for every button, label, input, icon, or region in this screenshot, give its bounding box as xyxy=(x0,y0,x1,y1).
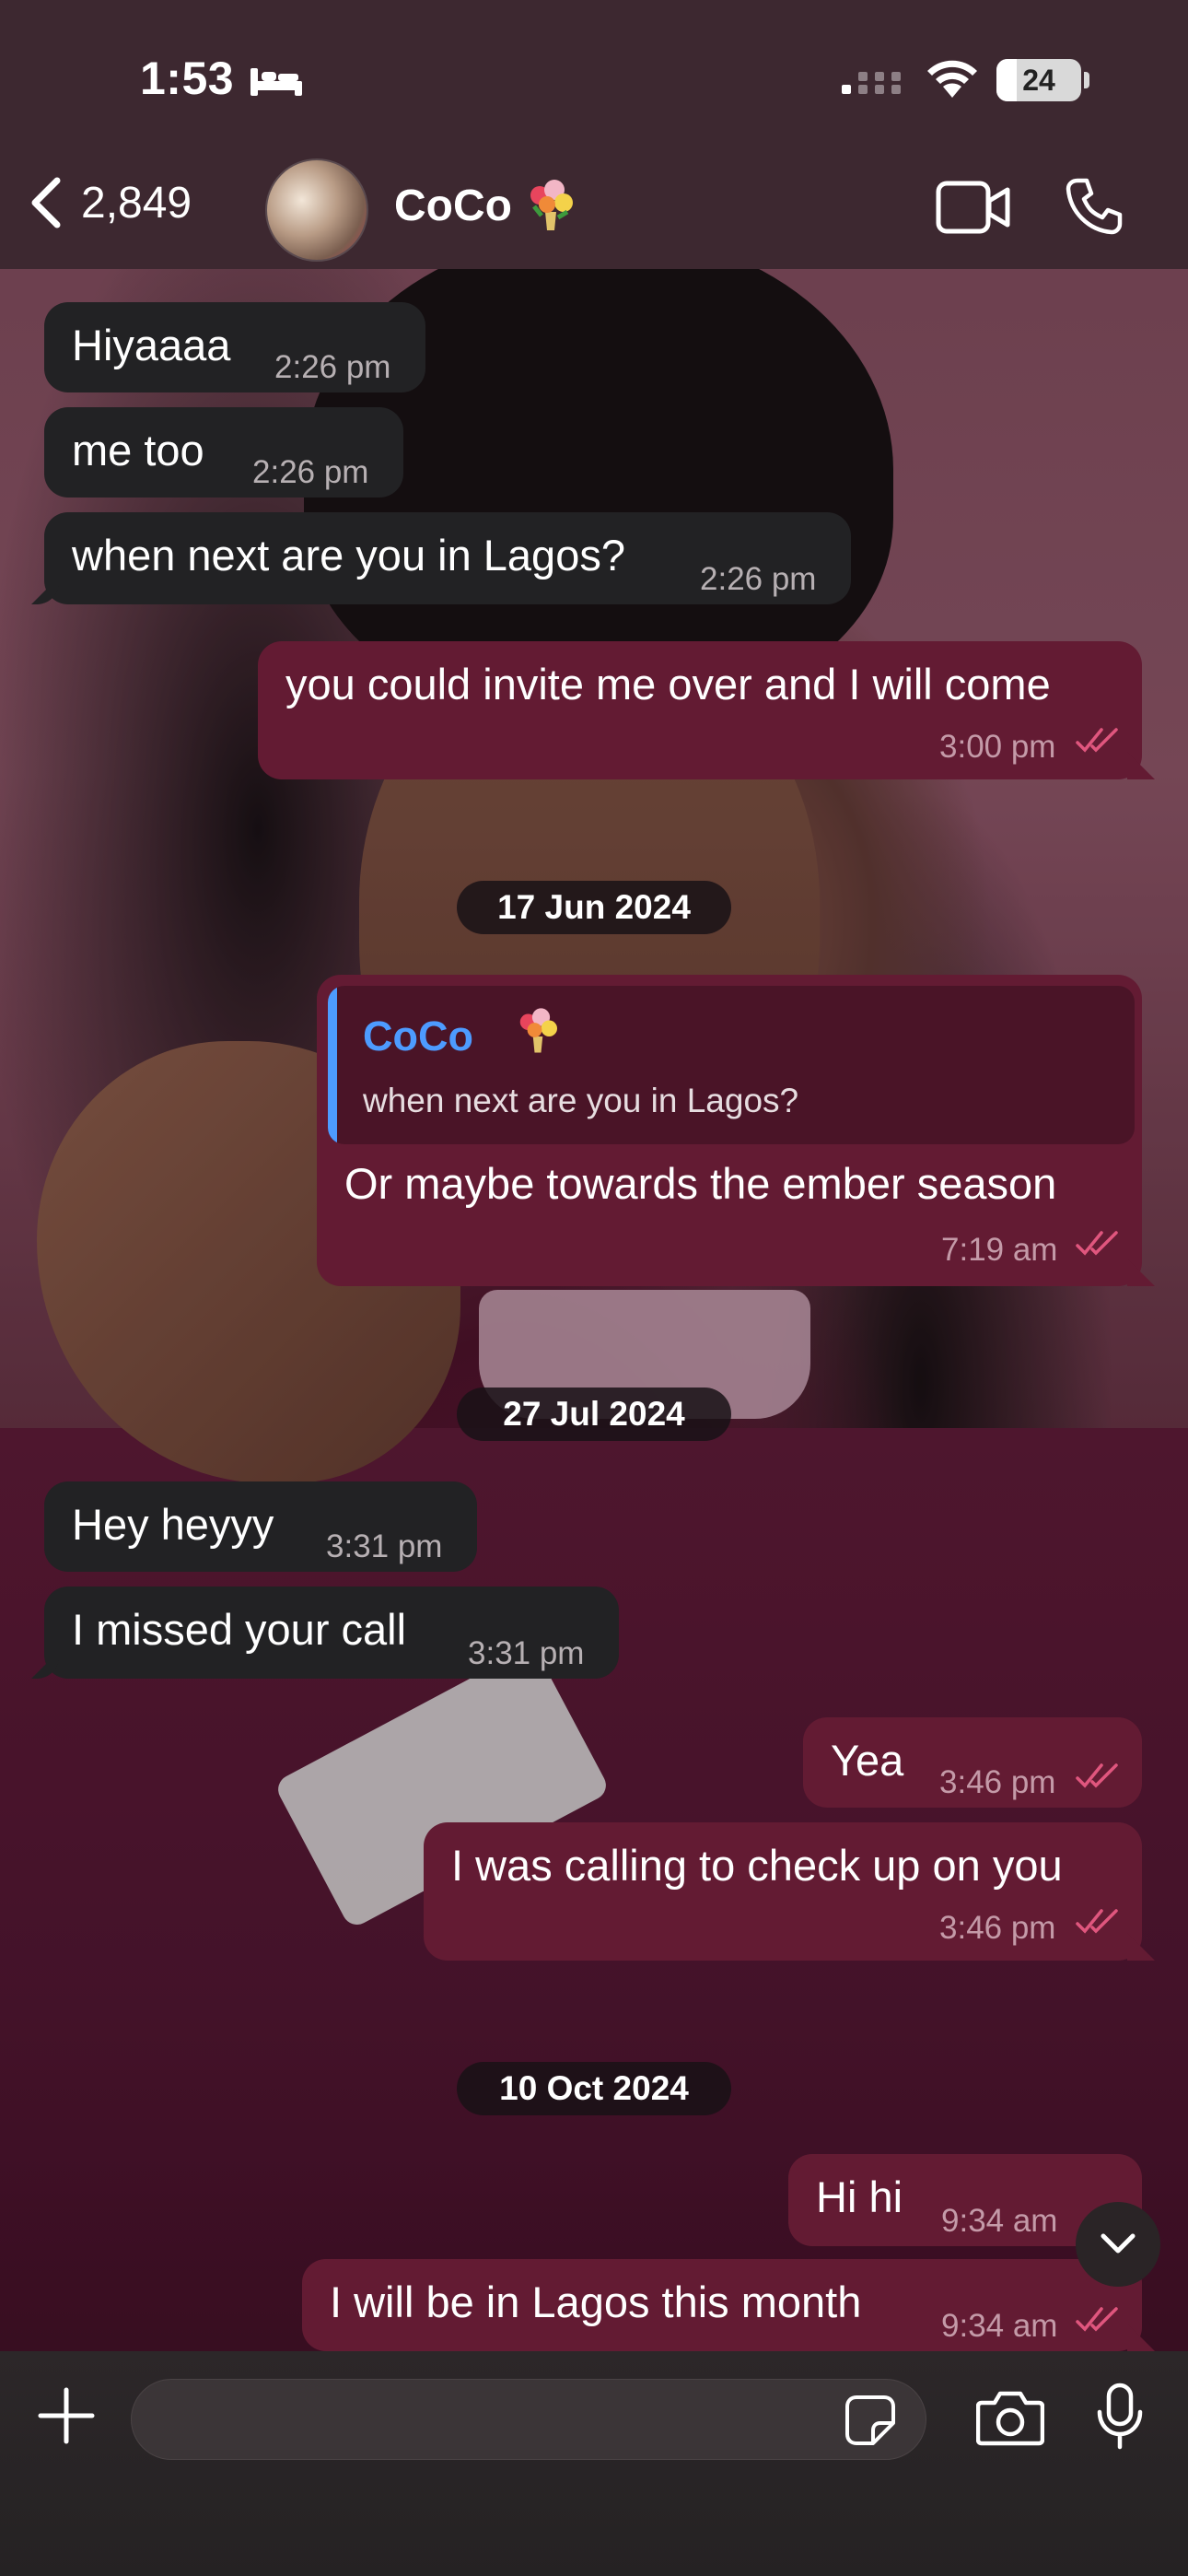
message-time: 9:34 am xyxy=(941,2308,1058,2344)
avatar[interactable] xyxy=(265,158,368,262)
video-call-icon[interactable] xyxy=(936,181,1011,234)
battery-level: 24 xyxy=(1022,63,1055,97)
message-bubble-outgoing[interactable]: you could invite me over and I will come… xyxy=(258,641,1142,779)
phone-icon[interactable] xyxy=(1065,177,1124,236)
message-text: me too xyxy=(72,426,204,474)
message-time: 9:34 am xyxy=(941,2203,1058,2239)
message-bubble-incoming[interactable]: Hiyaaaa 2:26 pm xyxy=(44,302,425,392)
chevron-down-icon xyxy=(1101,2233,1136,2254)
message-text: Yea xyxy=(831,1736,904,1785)
bed-icon xyxy=(250,68,302,96)
message-time: 3:00 pm xyxy=(939,729,1056,765)
read-ticks-icon xyxy=(1076,1231,1118,1256)
chat-header: 1:53 24 2,849 CoCo xyxy=(0,0,1188,269)
message-bubble-incoming[interactable]: Hey heyyy 3:31 pm xyxy=(44,1481,477,1572)
quoted-reply[interactable]: CoCo when next are you in Lagos? xyxy=(328,986,1135,1144)
message-bubble-outgoing[interactable]: Yea 3:46 pm xyxy=(803,1717,1142,1808)
message-time: 3:46 pm xyxy=(939,1764,1056,1800)
quoted-reply-text: when next are you in Lagos? xyxy=(363,1082,799,1119)
unread-count: 2,849 xyxy=(81,178,192,228)
camera-icon[interactable] xyxy=(976,2388,1044,2447)
read-ticks-icon xyxy=(1076,1909,1118,1934)
message-bubble-incoming[interactable]: me too 2:26 pm xyxy=(44,407,403,498)
message-time: 3:31 pm xyxy=(468,1635,585,1671)
quoted-reply-author: CoCo xyxy=(363,1013,473,1060)
date-separator: 17 Jun 2024 xyxy=(457,881,731,934)
message-text: Hi hi xyxy=(816,2172,903,2221)
message-time: 2:26 pm xyxy=(252,454,369,490)
read-ticks-icon xyxy=(1076,1763,1118,1788)
message-text: I was calling to check up on you xyxy=(451,1841,1063,1890)
date-separator: 27 Jul 2024 xyxy=(457,1388,731,1441)
message-text: I will be in Lagos this month xyxy=(330,2277,862,2326)
message-composer xyxy=(0,2351,1188,2576)
microphone-icon[interactable] xyxy=(1094,2383,1146,2451)
message-bubble-outgoing[interactable]: I was calling to check up on you 3:46 pm xyxy=(424,1822,1142,1961)
message-bubble-incoming[interactable]: I missed your call 3:31 pm xyxy=(44,1587,619,1679)
read-ticks-icon xyxy=(1076,2307,1118,2332)
message-bubble-outgoing-reply[interactable]: CoCo when next are you in Lagos? Or mayb… xyxy=(317,975,1142,1286)
sticker-icon[interactable] xyxy=(844,2394,897,2447)
message-bubble-incoming[interactable]: when next are you in Lagos? 2:26 pm xyxy=(44,512,851,604)
message-text: when next are you in Lagos? xyxy=(72,531,625,580)
date-separator: 10 Oct 2024 xyxy=(457,2062,731,2115)
message-bubble-outgoing[interactable]: I will be in Lagos this month 9:34 am xyxy=(302,2259,1142,2351)
status-time: 1:53 xyxy=(140,53,235,104)
bouquet-emoji-icon xyxy=(530,180,573,230)
message-text: you could invite me over and I will come xyxy=(285,660,1051,708)
message-text: I missed your call xyxy=(72,1605,407,1654)
message-text: Or maybe towards the ember season xyxy=(344,1159,1057,1208)
back-button[interactable]: 2,849 xyxy=(28,175,192,230)
back-chevron-icon xyxy=(31,177,61,228)
plus-icon[interactable] xyxy=(37,2386,96,2445)
read-ticks-icon xyxy=(1076,728,1118,753)
wifi-icon xyxy=(927,60,977,98)
scroll-to-bottom-button[interactable] xyxy=(1076,2202,1160,2287)
contact-name[interactable]: CoCo xyxy=(394,181,512,231)
message-time: 2:26 pm xyxy=(700,561,817,597)
message-input[interactable] xyxy=(131,2379,926,2460)
message-time: 2:26 pm xyxy=(274,349,391,385)
signal-icon xyxy=(842,72,901,94)
message-time: 3:31 pm xyxy=(326,1528,443,1564)
message-time: 3:46 pm xyxy=(939,1910,1056,1946)
message-text: Hiyaaaa xyxy=(72,321,231,369)
battery-indicator: 24 xyxy=(996,59,1081,101)
message-text: Hey heyyy xyxy=(72,1500,274,1549)
bouquet-emoji-icon xyxy=(519,1008,557,1053)
message-time: 7:19 am xyxy=(941,1232,1058,1268)
